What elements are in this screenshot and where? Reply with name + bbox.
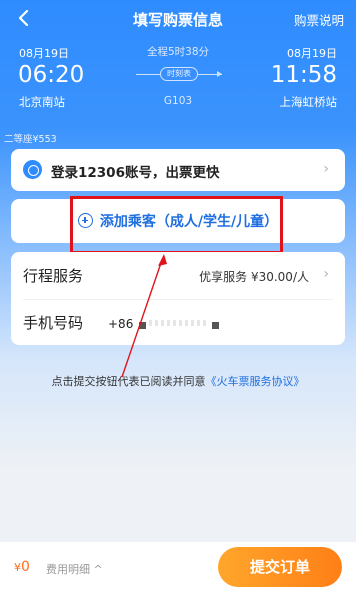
- submit-order-button[interactable]: 提交订单: [218, 547, 342, 587]
- arrow-right-icon: [217, 71, 222, 77]
- trip-service-value[interactable]: 优享服务 ¥30.00/人: [199, 268, 309, 285]
- nav-bar: 填写购票信息 购票说明: [0, 0, 356, 36]
- depart-time: 06:20: [18, 62, 85, 88]
- arrive-time: 11:58: [270, 62, 337, 88]
- trip-duration: 全程5时38分: [146, 46, 210, 58]
- train-number: G103: [163, 95, 193, 107]
- trip-service-label: 行程服务: [23, 267, 84, 285]
- annotation-highlight-box: [70, 196, 283, 254]
- chevron-right-icon[interactable]: ›: [323, 266, 329, 282]
- agreement-text: 点击提交按钮代表已阅读并同意《火车票服务协议》: [0, 373, 356, 389]
- agreement-prefix: 点击提交按钮代表已阅读并同意: [51, 375, 206, 388]
- chevron-right-icon: ›: [323, 161, 329, 177]
- phone-label: 手机号码: [23, 314, 84, 332]
- login-prompt: 登录12306账号，出票更快: [51, 165, 220, 181]
- total-price: ¥0: [14, 559, 30, 575]
- login-card[interactable]: 登录12306账号，出票更快 ›: [11, 149, 345, 191]
- timetable-label: 时刻表: [160, 67, 198, 81]
- redaction-block: [212, 322, 219, 329]
- total-price-value: 0: [21, 559, 30, 575]
- bottom-bar: ¥0 费用明细 ^ 提交订单: [0, 542, 356, 600]
- redaction-block: [139, 322, 146, 329]
- fee-detail-toggle[interactable]: 费用明细 ^: [46, 561, 103, 577]
- seat-class-price: 二等座¥553: [4, 134, 57, 145]
- service-phone-card: 行程服务 优享服务 ¥30.00/人 › 手机号码 +86: [11, 252, 345, 345]
- masked-digits: [149, 320, 207, 326]
- purchase-instructions-link[interactable]: 购票说明: [294, 10, 344, 29]
- railway-logo-icon: [23, 160, 42, 179]
- service-agreement-link[interactable]: 《火车票服务协议》: [206, 375, 305, 388]
- currency-symbol: ¥: [14, 561, 21, 574]
- phone-input[interactable]: [139, 318, 219, 330]
- divider: [23, 299, 333, 300]
- country-code[interactable]: +86: [108, 317, 133, 331]
- booking-screen: 填写购票信息 购票说明 08月19日 08月19日 全程5时38分 06:20 …: [0, 0, 356, 600]
- timetable-button[interactable]: 时刻表: [136, 66, 222, 82]
